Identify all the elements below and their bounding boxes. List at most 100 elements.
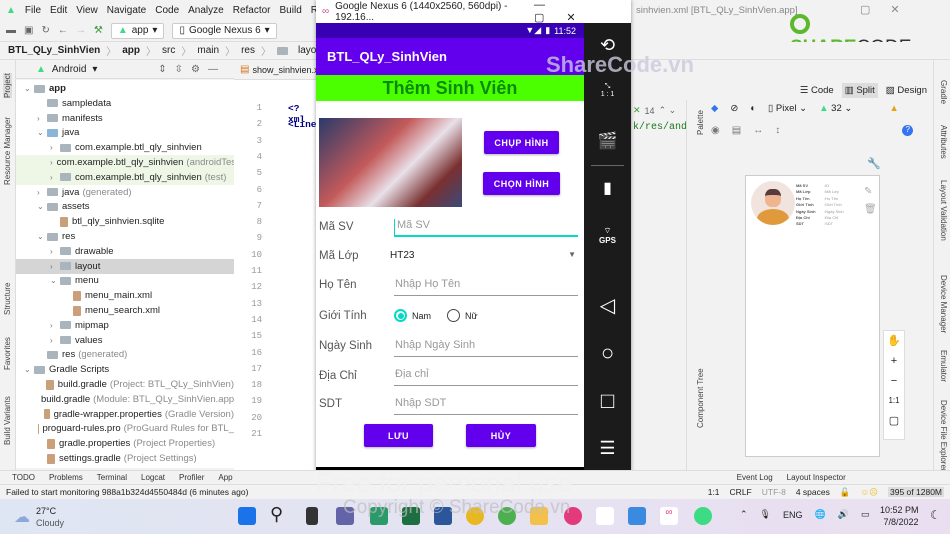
- menu-file[interactable]: File: [25, 5, 41, 16]
- tool-app[interactable]: App: [218, 473, 232, 482]
- eye-icon[interactable]: ◉: [711, 125, 720, 136]
- build-hammer-icon[interactable]: ⚒: [94, 25, 103, 36]
- language-indicator[interactable]: ENG: [783, 510, 803, 520]
- notification-icon[interactable]: ☾: [930, 508, 941, 522]
- sync-icon[interactable]: ↻: [41, 25, 49, 36]
- tree-item[interactable]: res (generated): [16, 347, 234, 362]
- tab-component-tree[interactable]: Component Tree: [696, 368, 705, 428]
- chevron-right-icon[interactable]: ›: [50, 173, 60, 182]
- chevron-right-icon[interactable]: ›: [37, 114, 47, 123]
- capture-photo-button[interactable]: CHỤP HÌNH: [484, 131, 559, 154]
- menu-build[interactable]: Build: [280, 5, 302, 16]
- memory-indicator[interactable]: 395 of 1280M: [888, 487, 944, 497]
- search-icon[interactable]: ⚲: [270, 504, 283, 525]
- tree-item[interactable]: settings.gradle (Project Settings): [16, 451, 234, 466]
- warning-icon[interactable]: ▲: [889, 103, 898, 114]
- view-design-button[interactable]: ▨ Design: [886, 85, 927, 96]
- android-studio-icon[interactable]: [694, 507, 712, 525]
- run-config-select[interactable]: ▲ app ▾: [110, 22, 165, 39]
- chevron-right-icon[interactable]: ›: [50, 247, 60, 256]
- layers-icon[interactable]: ◆: [711, 103, 718, 114]
- file-encoding[interactable]: UTF-8: [762, 487, 786, 497]
- tree-item[interactable]: ⌄ java: [16, 125, 234, 140]
- device-preview-select[interactable]: ▯ Pixel ⌄: [768, 103, 807, 114]
- tool-layout-inspector[interactable]: Layout Inspector: [787, 473, 846, 482]
- word-icon[interactable]: [434, 507, 452, 525]
- save-button[interactable]: LƯU: [364, 424, 433, 447]
- tab-favorites[interactable]: Favorites: [3, 337, 12, 370]
- network-icon[interactable]: 🌐: [815, 509, 826, 520]
- theme-icon[interactable]: ◐: [750, 103, 756, 114]
- tab-device-manager[interactable]: Device Manager: [939, 275, 948, 333]
- tree-item[interactable]: build.gradle (Module: BTL_QLy_SinhVien.ap…: [16, 392, 234, 407]
- tree-item[interactable]: ⌄ menu: [16, 273, 234, 288]
- help-icon[interactable]: ?: [902, 125, 914, 136]
- save-icon[interactable]: ▣: [24, 25, 33, 36]
- tree-item[interactable]: › com.example.btl_qly_sinhvien (androidTes…: [16, 155, 234, 170]
- cancel-button[interactable]: HỦY: [466, 424, 536, 447]
- device-select[interactable]: ▯ Google Nexus 6 ▾: [172, 22, 277, 39]
- menu-refactor[interactable]: Refactor: [233, 5, 271, 16]
- blueprint-icon[interactable]: ▤: [732, 125, 741, 136]
- menu-code[interactable]: Code: [155, 5, 179, 16]
- chevron-down-icon[interactable]: ⌄: [37, 202, 47, 211]
- tree-item[interactable]: gradle.properties (Project Properties): [16, 436, 234, 451]
- tool-event-log[interactable]: Event Log: [737, 473, 773, 482]
- excel-icon[interactable]: [402, 507, 420, 525]
- task-view-icon[interactable]: [306, 507, 318, 525]
- chrome-alt-icon[interactable]: [498, 507, 516, 525]
- tree-item[interactable]: ⌄ Gradle Scripts: [16, 362, 234, 377]
- chevron-down-icon[interactable]: ⌄: [37, 128, 47, 137]
- tree-item[interactable]: › java (generated): [16, 185, 234, 200]
- menu-analyze[interactable]: Analyze: [188, 5, 224, 16]
- gender-radio-nam[interactable]: Nam: [394, 309, 431, 322]
- tab-attributes[interactable]: Attributes: [939, 125, 948, 159]
- lock-icon[interactable]: 🔓: [840, 487, 851, 498]
- tree-item[interactable]: gradle-wrapper.properties (Gradle Version…: [16, 407, 234, 422]
- zoom-out-button[interactable]: −: [884, 371, 904, 391]
- feedback-icons[interactable]: ☺☹: [860, 487, 878, 498]
- tab-structure[interactable]: Structure: [3, 283, 12, 315]
- panel-actions[interactable]: ⇕⇳⚙—: [158, 64, 226, 75]
- view-code-button[interactable]: ☰ Code: [800, 85, 834, 96]
- wrench-icon[interactable]: 🔧: [867, 157, 881, 170]
- chevron-up-icon[interactable]: ⌃: [740, 509, 748, 520]
- chevron-right-icon[interactable]: ›: [50, 262, 60, 271]
- tree-item[interactable]: › com.example.btl_qly_sinhvien: [16, 140, 234, 155]
- fit-screen-icon[interactable]: ▢: [884, 411, 904, 431]
- back-button-icon[interactable]: ◁: [584, 293, 631, 318]
- horizontal-resize-icon[interactable]: ↔: [753, 125, 763, 136]
- tree-item[interactable]: menu_search.xml: [16, 303, 234, 318]
- line-separator[interactable]: CRLF: [730, 487, 752, 497]
- tab-layout-validation[interactable]: Layout Validation: [939, 180, 948, 241]
- tool-profiler[interactable]: Profiler: [179, 473, 204, 482]
- forward-icon[interactable]: →: [76, 25, 86, 36]
- chevron-right-icon[interactable]: ›: [50, 336, 60, 345]
- chevron-down-icon[interactable]: ⌄: [24, 84, 34, 93]
- tree-item[interactable]: › layout: [16, 258, 234, 274]
- view-split-button[interactable]: ▥ Split: [841, 83, 878, 98]
- chevron-down-icon[interactable]: ⌄: [50, 276, 60, 285]
- tree-item[interactable]: menu_main.xml: [16, 288, 234, 303]
- chevron-right-icon[interactable]: ›: [50, 158, 53, 167]
- app-icon[interactable]: [370, 507, 388, 525]
- tree-item[interactable]: › com.example.btl_qly_sinhvien (test): [16, 169, 234, 185]
- tab-palette[interactable]: Palette: [696, 110, 705, 135]
- warnings-counter[interactable]: ✕ 14 ⌃ ⌄: [633, 105, 676, 116]
- chevron-right-icon[interactable]: ›: [37, 188, 47, 197]
- breadcrumb-src[interactable]: src: [162, 45, 175, 56]
- indent-setting[interactable]: 4 spaces: [796, 487, 830, 497]
- tree-item[interactable]: › drawable: [16, 244, 234, 259]
- menu-edit[interactable]: Edit: [50, 5, 67, 16]
- breadcrumb-app[interactable]: app: [122, 45, 140, 56]
- teams-icon[interactable]: [336, 507, 354, 525]
- breadcrumb-res[interactable]: res: [241, 45, 255, 56]
- chevron-down-icon[interactable]: ⌄: [37, 232, 47, 241]
- tab-gradle[interactable]: Gradle: [939, 80, 948, 104]
- dia-chi-input[interactable]: Địa chỉ: [394, 368, 578, 386]
- chevron-right-icon[interactable]: ›: [50, 143, 60, 152]
- tree-item[interactable]: btl_qly_sinhvien.sqlite: [16, 214, 234, 229]
- screen-record-icon[interactable]: 🎬: [584, 131, 631, 151]
- zoom-in-button[interactable]: +: [884, 351, 904, 371]
- tree-item[interactable]: › manifests: [16, 111, 234, 126]
